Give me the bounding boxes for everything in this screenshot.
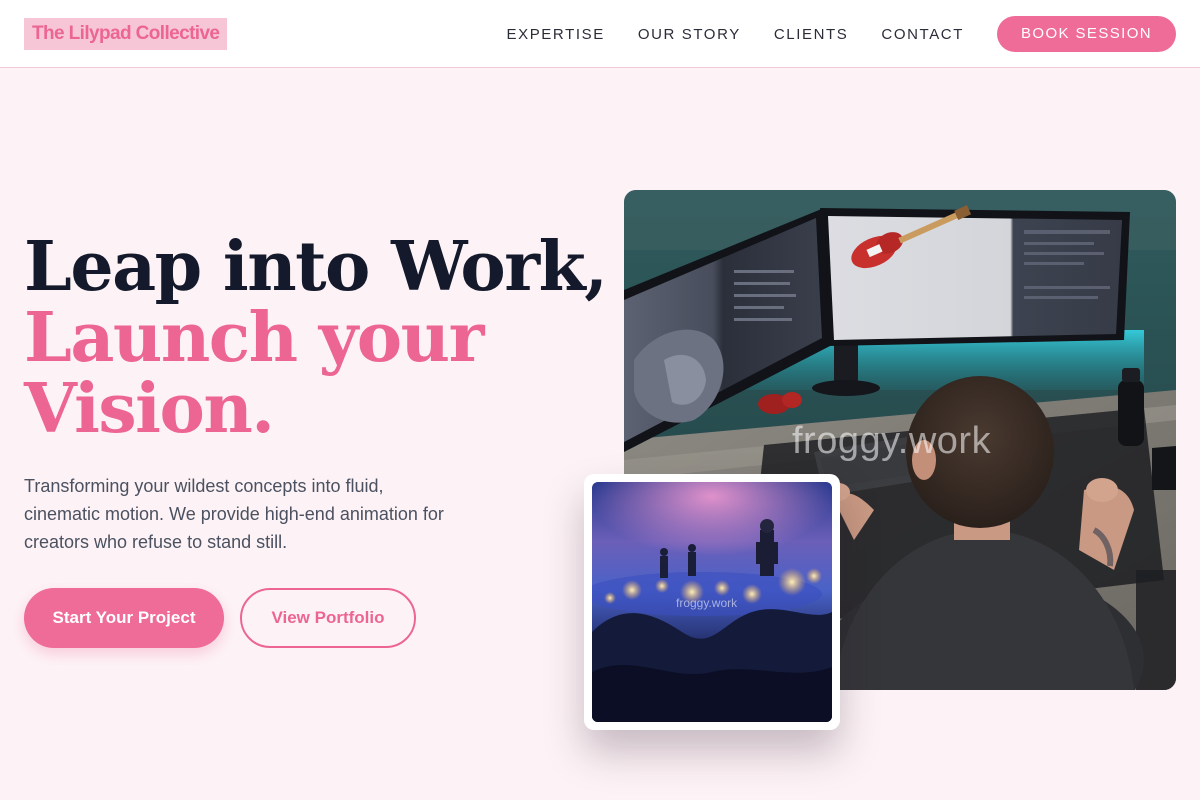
nav-link-expertise[interactable]: EXPERTISE xyxy=(506,26,604,43)
main-nav: EXPERTISE OUR STORY CLIENTS CONTACT BOOK… xyxy=(506,16,1176,52)
hero-title-line-1: Leap into Work, xyxy=(24,227,608,307)
nav-link-our-story[interactable]: OUR STORY xyxy=(638,26,741,43)
brand-logo[interactable]: The Lilypad Collective xyxy=(24,18,228,50)
featured-thumbnail-card[interactable]: froggy.work xyxy=(584,474,840,730)
book-session-button[interactable]: BOOK SESSION xyxy=(997,16,1176,52)
view-portfolio-button[interactable]: View Portfolio xyxy=(240,588,416,648)
start-project-button[interactable]: Start Your Project xyxy=(24,588,224,648)
hero-title-line-3: Vision. xyxy=(24,369,275,449)
hero-title-line-2: Launch your xyxy=(24,298,484,378)
site-header: The Lilypad Collective EXPERTISE OUR STO… xyxy=(0,0,1200,68)
hero-title: Leap into Work, Launch your Vision. xyxy=(24,227,608,449)
thumbnail-watermark: froggy.work xyxy=(676,596,738,610)
hero-subtitle: Transforming your wildest concepts into … xyxy=(24,476,444,552)
main-image-watermark: froggy.work xyxy=(792,420,992,462)
night-city-image: froggy.work xyxy=(592,482,832,722)
nav-link-clients[interactable]: CLIENTS xyxy=(774,26,849,43)
nav-link-contact[interactable]: CONTACT xyxy=(881,26,964,43)
